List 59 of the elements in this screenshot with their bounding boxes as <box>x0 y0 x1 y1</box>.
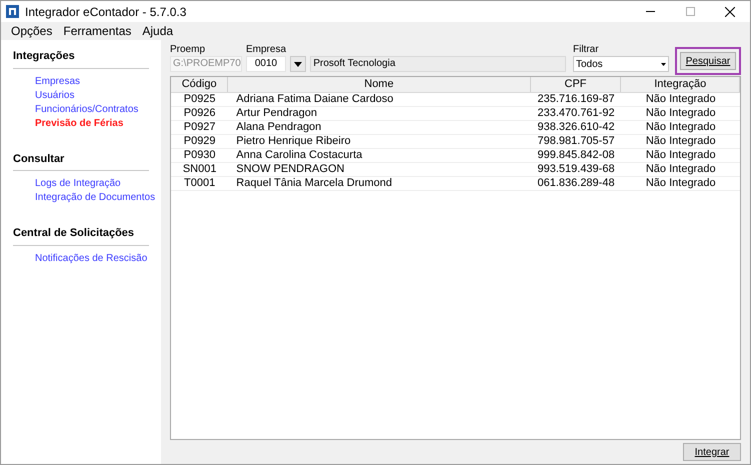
filtrar-label: Filtrar <box>573 44 600 56</box>
column-header[interactable]: CPF <box>530 77 622 92</box>
sidebar-link[interactable]: Notificações de Rescisão <box>35 252 148 264</box>
table-cell-text: 233.470.761-92 <box>536 107 616 120</box>
search-button[interactable]: Pesquisar <box>680 52 736 70</box>
table-cell-text: T0001 <box>183 177 216 190</box>
table-cell-text: 235.716.169-87 <box>536 93 616 106</box>
app-logo-icon <box>6 5 19 18</box>
empresa-label: Empresa <box>246 44 286 56</box>
table-cell-text: 938.326.610-42 <box>536 121 616 134</box>
table-cell-text: Não Integrado <box>644 177 717 190</box>
empresa-name-field: Prosoft Tecnologia <box>310 56 566 72</box>
table-cell-text: 061.836.289-48 <box>536 177 616 190</box>
table-cell-text: Artur Pendragon <box>235 107 318 120</box>
table-cell-text: Anna Carolina Costacurta <box>235 149 364 162</box>
column-header[interactable]: Integração <box>621 77 740 92</box>
column-header[interactable]: Nome <box>228 77 531 92</box>
menu-item[interactable]: Opções <box>11 22 52 40</box>
table-cell-text: 798.981.705-57 <box>536 135 616 148</box>
section-heading: Integrações <box>13 48 149 68</box>
table-cell-text: Não Integrado <box>644 121 717 134</box>
table-cell-text: Não Integrado <box>644 163 717 176</box>
table-cell-text: Não Integrado <box>644 107 717 120</box>
menu-item[interactable]: Ferramentas <box>63 22 132 40</box>
sidebar-link[interactable]: Integração de Documentos <box>35 192 156 203</box>
sidebar-link[interactable]: Previsão de Férias <box>35 118 124 128</box>
filtrar-select[interactable]: Todos <box>573 56 669 72</box>
table-cell-text: 993.519.439-68 <box>536 163 616 176</box>
table-cell-text: Não Integrado <box>644 135 717 148</box>
sidebar-link[interactable]: Logs de Integração <box>35 178 121 189</box>
table-cell-text: P0925 <box>182 93 217 106</box>
sidebar-link[interactable]: Empresas <box>35 76 80 86</box>
table-cell-text: P0926 <box>182 107 217 120</box>
sidebar-link[interactable]: Usuários <box>35 90 74 100</box>
sidebar-link[interactable]: Funcionários/Contratos <box>35 104 138 114</box>
table-cell-text: SN001 <box>182 163 218 176</box>
table-cell-text: 999.845.842-08 <box>536 149 616 162</box>
section-heading: Central de Solicitações <box>13 225 149 246</box>
table-cell-text: Adriana Fatima Daiane Cardoso <box>235 93 394 106</box>
integrar-button[interactable]: Integrar <box>683 443 741 461</box>
table-cell-text: Alana Pendragon <box>235 121 322 134</box>
window-title: Integrador eContador - 5.7.0.3 <box>25 4 186 20</box>
table-cell-text: Raquel Tânia Marcela Drumond <box>235 177 393 190</box>
table-cell-text: P0930 <box>182 149 217 162</box>
table-cell-text: P0927 <box>182 121 217 134</box>
dropdown-button[interactable] <box>290 56 306 72</box>
proemp-label: Proemp <box>170 44 206 56</box>
column-header[interactable]: Código <box>171 77 228 92</box>
table-cell-text: Não Integrado <box>644 149 717 162</box>
caret-icon <box>294 62 302 66</box>
table-cell-text: P0929 <box>182 135 217 148</box>
table-cell-text: Pietro Henrique Ribeiro <box>235 135 352 148</box>
empresa-code-field[interactable]: 0010 <box>246 56 286 72</box>
close-icon <box>725 6 735 16</box>
table-cell-text: SNOW PENDRAGON <box>235 163 346 176</box>
section-heading: Consultar <box>13 150 149 171</box>
table-cell-text: Não Integrado <box>644 93 717 106</box>
menu-item[interactable]: Ajuda <box>142 22 174 40</box>
caret-icon <box>661 62 666 66</box>
